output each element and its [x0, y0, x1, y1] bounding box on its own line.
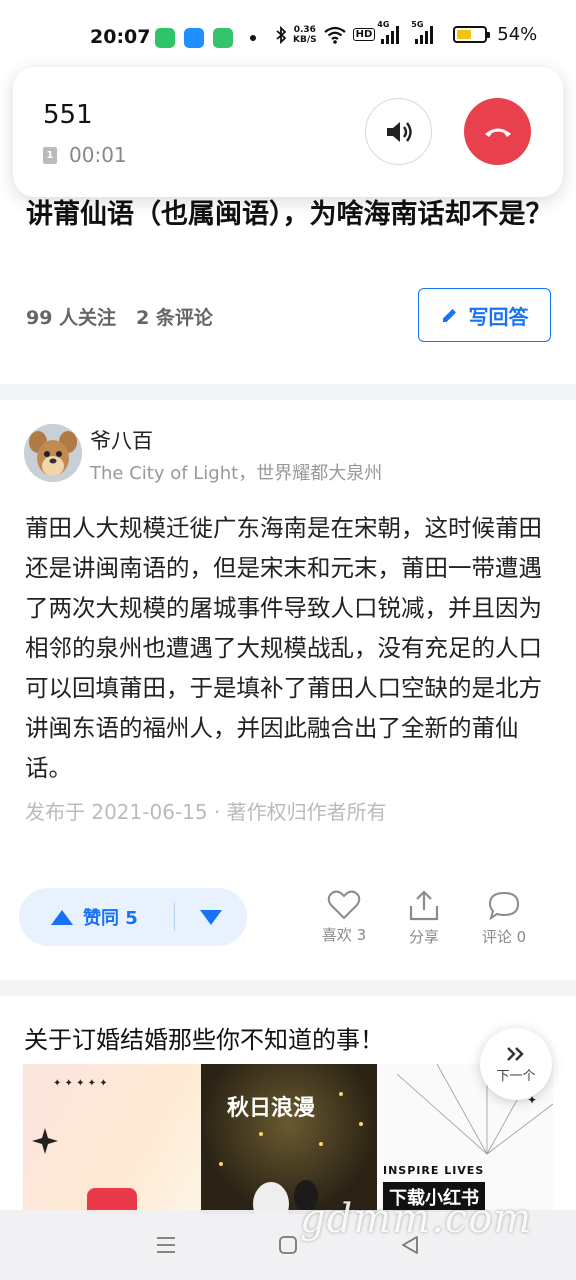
wedding-scene-icon — [219, 1092, 363, 1214]
upvote-icon — [51, 909, 73, 925]
browser-app-icon — [184, 28, 204, 48]
bluetooth-icon — [276, 25, 287, 44]
write-answer-label: 写回答 — [468, 304, 529, 329]
vote-pill: 赞同 5 — [19, 888, 247, 946]
call-timer: 1 00:01 — [43, 143, 127, 167]
share-button[interactable]: 分享 — [389, 890, 459, 947]
write-answer-button[interactable]: 写回答 — [418, 288, 551, 342]
recommend-title[interactable]: 关于订婚结婚那些你不知道的事！ — [24, 1020, 384, 1055]
call-panel[interactable]: 551 1 00:01 — [13, 67, 563, 197]
android-app-icon — [213, 28, 233, 48]
upvote-label: 赞同 5 — [83, 908, 138, 929]
comments-count[interactable]: 2 条评论 — [136, 303, 213, 330]
followers-count[interactable]: 99 人关注 — [26, 303, 116, 330]
hd-badge: HD — [352, 28, 376, 41]
sim-icon: 1 — [43, 146, 57, 164]
recommend-image-2[interactable]: 秋日浪漫 — [201, 1064, 377, 1214]
share-label: 分享 — [408, 928, 439, 946]
share-icon — [409, 890, 439, 921]
comment-button[interactable]: 评论 0 — [469, 890, 539, 947]
cartoon-mouse-avatar-icon — [24, 424, 82, 482]
signal-5g-icon: 5G — [411, 20, 437, 44]
battery-fill — [457, 30, 472, 39]
battery-icon — [453, 26, 491, 43]
battery-percent: 54% — [497, 24, 538, 45]
speaker-button[interactable] — [365, 98, 432, 165]
hangup-icon — [484, 128, 511, 137]
net-speed: 0.36 KB/S — [293, 24, 317, 45]
next-button[interactable]: 下一个 — [480, 1028, 552, 1100]
downvote-icon — [200, 909, 222, 925]
watermark-logo: gdmm.com — [300, 1196, 533, 1242]
hangup-button[interactable] — [464, 98, 531, 165]
double-chevron-right-icon — [507, 1046, 524, 1061]
author-avatar[interactable] — [24, 424, 82, 482]
recommend-image-1[interactable]: ✦ ✦ ✦ ✦ ✦ — [23, 1064, 201, 1214]
like-label: 喜欢 3 — [321, 926, 367, 944]
home-icon[interactable] — [277, 1234, 299, 1256]
answer-card: 爷八百 The City of Light，世界耀都大泉州 莆田人大规模迁徙广东… — [0, 400, 576, 980]
heart-icon — [327, 890, 361, 920]
answer-published: 发布于 2021-06-15 · 著作权归作者所有 — [25, 800, 387, 824]
signal-4g-icon: 4G — [377, 20, 403, 44]
next-label: 下一个 — [496, 1068, 536, 1084]
menu-icon[interactable] — [155, 1235, 177, 1255]
recommend-image-3-caption: INSPIRE LIVES — [383, 1164, 485, 1177]
call-duration: 00:01 — [69, 143, 127, 167]
status-icons: 0.36 KB/S HD 4G 5G 54% — [275, 20, 538, 45]
author-name[interactable]: 爷八百 — [90, 425, 153, 455]
pencil-icon — [442, 309, 456, 322]
phone-app-icon — [155, 28, 175, 48]
question-title[interactable]: 讲莆仙语（也属闽语），为啥海南话却不是？ — [26, 194, 556, 236]
author-bio: The City of Light，世界耀都大泉州 — [90, 463, 383, 484]
comment-bubble-icon — [488, 891, 520, 921]
svg-text:✦ ✦ ✦ ✦ ✦: ✦ ✦ ✦ ✦ ✦ — [53, 1078, 108, 1089]
more-notifications-icon — [250, 35, 256, 41]
comment-label: 评论 0 — [481, 928, 527, 946]
recommend-image-2-text: 秋日浪漫 — [227, 1096, 316, 1121]
sparkle-decoration-icon: ✦ ✦ ✦ ✦ ✦ — [32, 1078, 137, 1214]
speaker-icon — [386, 121, 412, 142]
call-number: 551 — [43, 100, 93, 130]
answer-body[interactable]: 莆田人大规模迁徙广东海南是在宋朝，这时候莆田还是讲闽南语的，但是宋末和元末，莆田… — [25, 508, 555, 788]
upvote-button[interactable]: 赞同 5 — [19, 904, 174, 930]
downvote-button[interactable] — [175, 909, 247, 925]
wifi-icon — [323, 26, 346, 44]
status-time: 20:07 — [90, 26, 151, 48]
question-meta: 99 人关注 2 条评论 — [26, 303, 213, 330]
like-button[interactable]: 喜欢 3 — [309, 890, 379, 945]
